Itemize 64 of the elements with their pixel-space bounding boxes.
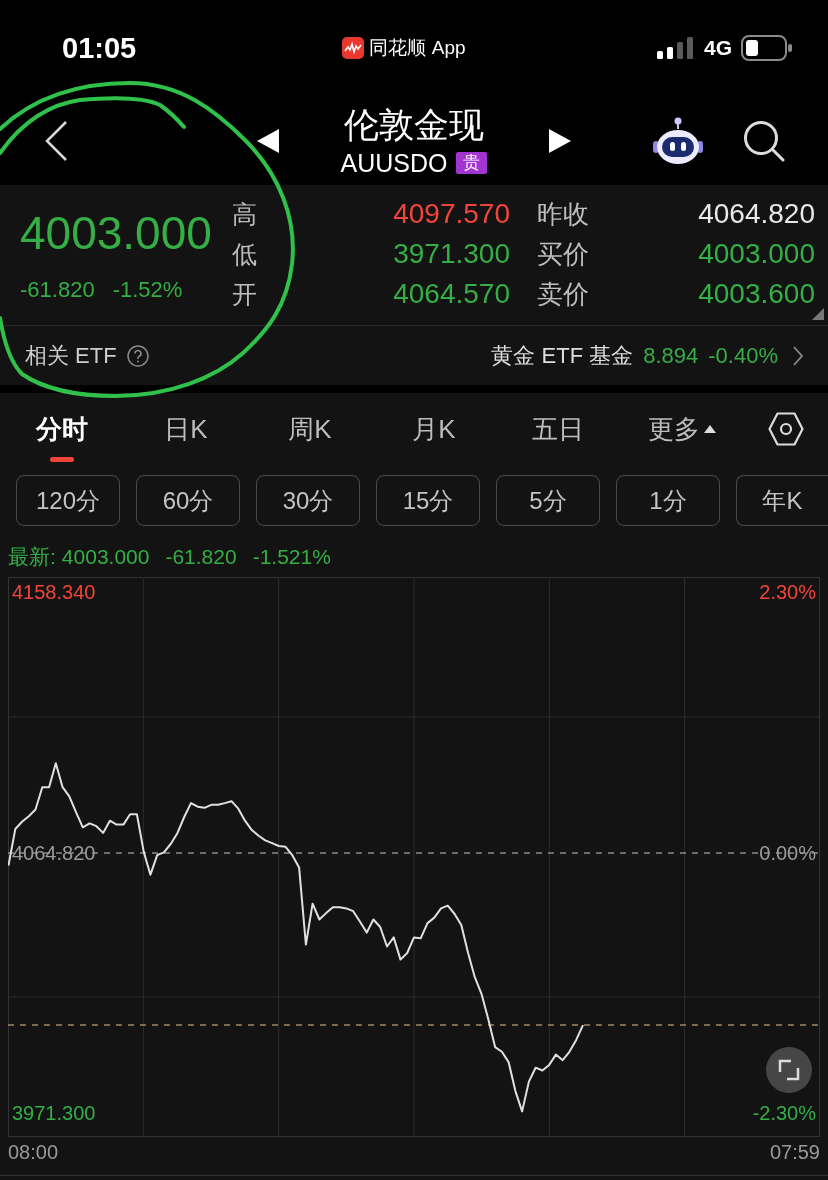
etf-change-percent: -0.40% [708,342,778,369]
price-change: -61.820 [20,276,95,304]
latest-change-percent: -1.521% [252,545,331,569]
period-chip[interactable]: 5分 [496,475,600,526]
stat-value: 4064.570 [393,278,510,310]
app-name: 同花顺 App [369,36,466,60]
instrument-code: AUUSDO [340,147,448,178]
fullscreen-icon[interactable] [766,1047,812,1093]
period-chip[interactable]: 30分 [256,475,360,526]
status-time: 01:05 [62,31,137,65]
back-icon[interactable] [44,119,68,162]
chart-tab[interactable]: 月K [372,393,496,465]
stat-value: 4064.820 [698,198,815,230]
percent-axis-label: 2.30% [759,581,816,604]
signal-icon [657,37,695,59]
period-chip[interactable]: 15分 [376,475,480,526]
robot-icon[interactable] [653,116,703,165]
triangle-left-icon[interactable] [256,128,279,153]
latest-label: 最新: [8,544,56,570]
stat-label: 高 [232,198,257,230]
stat-label: 卖价 [537,277,589,311]
triangle-right-icon[interactable] [549,128,572,153]
chart-tab[interactable]: 周K [248,393,372,465]
y-axis-label: 4064.820 [12,841,96,864]
percent-axis-label: -2.30% [752,1102,816,1125]
period-chip[interactable]: 1分 [616,475,720,526]
stat-label: 低 [232,238,257,270]
chart-tab[interactable]: 日K [124,393,248,465]
etf-price: 8.894 [643,342,699,369]
stat-label: 开 [232,278,257,310]
stat-value: 4097.570 [393,198,510,230]
latest-change: -61.820 [165,545,237,569]
latest-price: 4003.000 [61,545,150,569]
period-chip[interactable]: 年K [736,475,828,526]
period-chip[interactable]: 120分 [16,475,120,526]
chart-tab[interactable]: 五日 [496,393,620,465]
y-axis-label: 3971.300 [12,1102,96,1125]
chart-tab[interactable]: 更多 [620,393,744,465]
category-badge: 贵 [456,151,488,174]
price-change-percent: -1.52% [112,276,183,304]
chart-tab[interactable]: 分时 [0,393,124,465]
stat-label: 昨收 [537,197,589,231]
etf-name: 黄金 ETF 基金 [491,341,634,370]
period-chip[interactable]: 60分 [136,475,240,526]
stat-value: 4003.600 [698,278,815,310]
settings-icon[interactable] [768,412,804,446]
search-icon[interactable] [743,119,785,162]
time-label: 08:00 [8,1140,59,1164]
battery-icon [741,35,793,61]
percent-axis-label: 0.00% [759,841,816,864]
corner-triangle-icon[interactable] [812,308,824,320]
network-label: 4G [704,36,732,60]
caret-icon [704,425,716,433]
stat-value: 3971.300 [393,238,510,270]
time-label: 07:59 [769,1140,820,1164]
stat-label: 买价 [537,237,589,271]
y-axis-label: 4158.340 [12,581,96,604]
instrument-title: 伦敦金现 [344,103,484,146]
last-price: 4003.000 [20,207,213,259]
app-logo-icon [342,37,365,59]
chevron-right-icon[interactable] [792,344,804,367]
help-icon[interactable] [126,344,149,367]
stat-value: 4003.000 [698,238,815,270]
related-etf-label: 相关 ETF [25,341,117,370]
